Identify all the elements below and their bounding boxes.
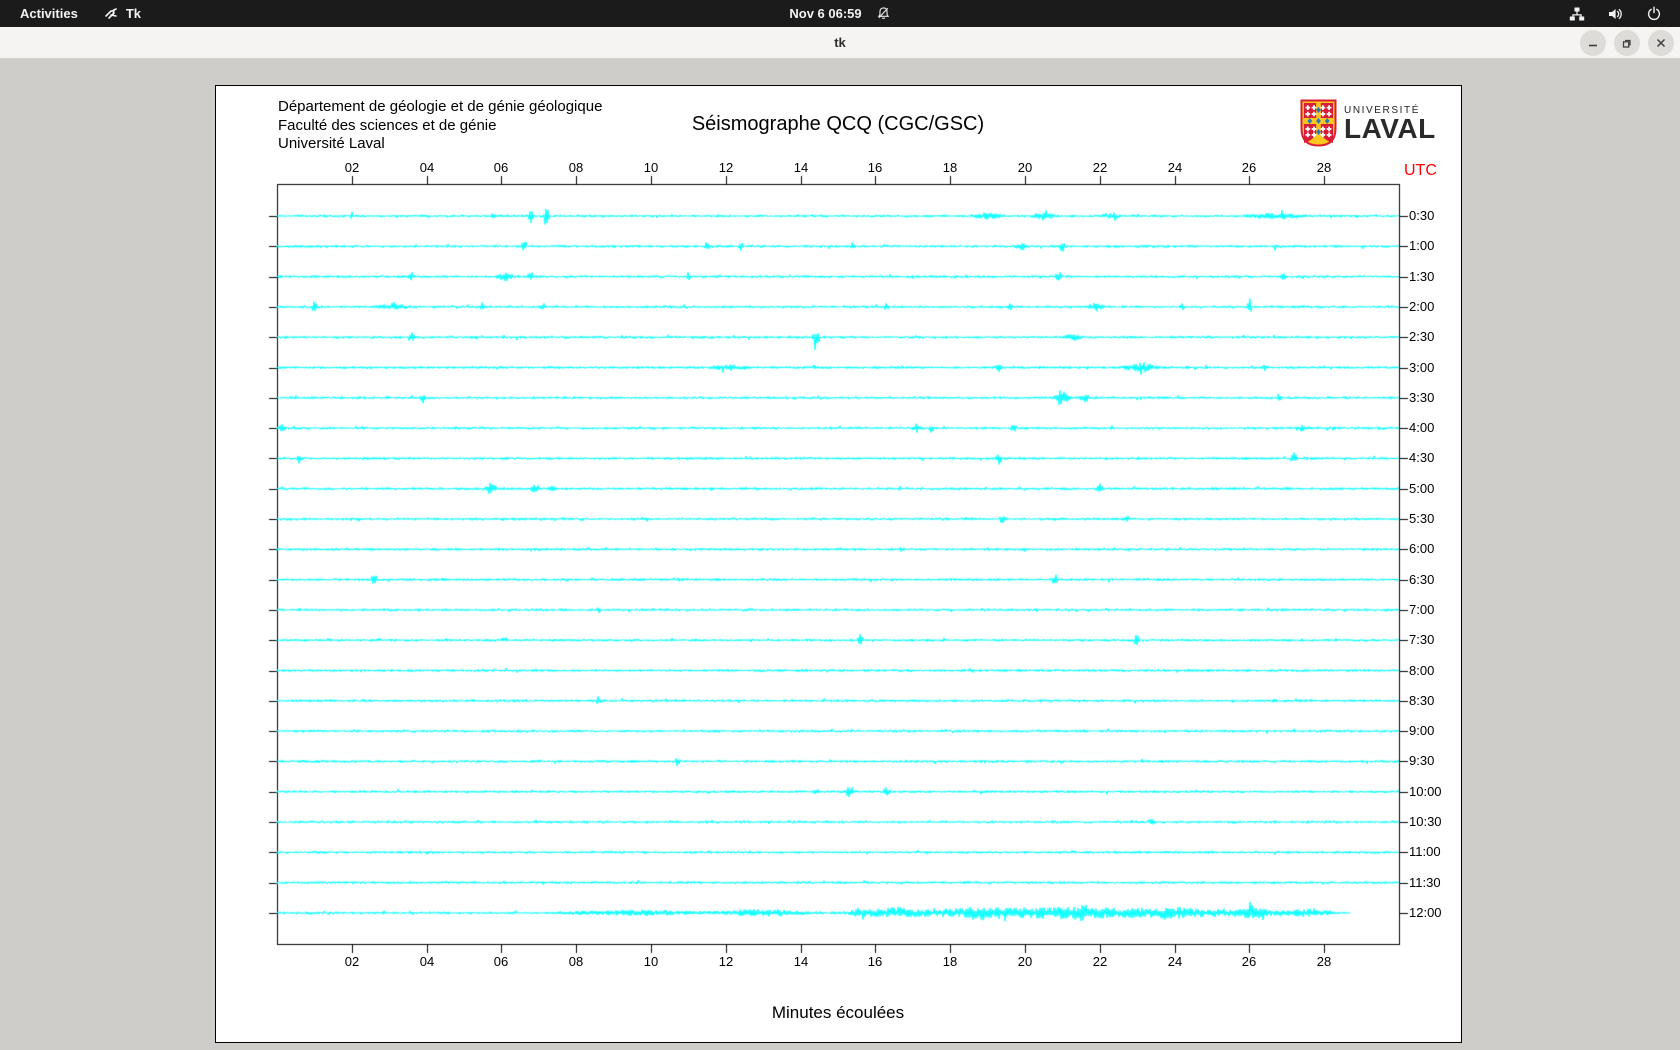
utc-time-label: 2:30 <box>1409 329 1435 344</box>
seismogram-plot <box>216 86 1461 1042</box>
utc-time-label: 12:00 <box>1409 905 1442 920</box>
x-tick-label: 06 <box>493 954 509 969</box>
desktop-screen: Activities Tk Nov 6 06:59 tk Département… <box>0 0 1680 1050</box>
activities-button[interactable]: Activities <box>20 6 78 21</box>
x-tick-label: 26 <box>1241 160 1257 175</box>
utc-time-label: 6:00 <box>1409 541 1435 556</box>
seismograph-paper: Département de géologie et de génie géol… <box>215 85 1462 1043</box>
x-tick-label: 18 <box>942 160 958 175</box>
x-tick-label: 20 <box>1017 954 1033 969</box>
logo-laval-text: LAVAL <box>1344 113 1436 144</box>
x-tick-label: 20 <box>1017 160 1033 175</box>
x-tick-label: 16 <box>867 160 883 175</box>
utc-label: UTC <box>1404 162 1437 179</box>
utc-time-label: 3:00 <box>1409 360 1435 375</box>
x-tick-label: 12 <box>718 954 734 969</box>
gnome-top-bar: Activities Tk Nov 6 06:59 <box>0 0 1680 27</box>
utc-time-label: 9:30 <box>1409 753 1435 768</box>
clock[interactable]: Nov 6 06:59 <box>789 6 861 21</box>
utc-time-label: 1:30 <box>1409 269 1435 284</box>
utc-time-label: 8:00 <box>1409 663 1435 678</box>
tk-app-indicator-label: Tk <box>125 6 141 21</box>
utc-time-label: 4:30 <box>1409 450 1435 465</box>
minimize-button[interactable] <box>1580 29 1606 56</box>
x-tick-label: 28 <box>1316 954 1332 969</box>
laval-shield-icon <box>1300 99 1337 147</box>
utc-time-label: 10:00 <box>1409 784 1442 799</box>
x-tick-label: 10 <box>643 160 659 175</box>
header-line-3: Université Laval <box>278 135 385 152</box>
utc-time-label: 2:00 <box>1409 299 1435 314</box>
x-tick-label: 04 <box>419 954 435 969</box>
x-tick-label: 04 <box>419 160 435 175</box>
x-tick-label: 10 <box>643 954 659 969</box>
power-icon[interactable] <box>1646 6 1662 22</box>
x-tick-label: 24 <box>1167 160 1183 175</box>
utc-time-label: 3:30 <box>1409 390 1435 405</box>
notifications-disabled-bell-icon[interactable] <box>876 6 891 21</box>
utc-time-label: 0:30 <box>1409 208 1435 223</box>
utc-time-label: 4:00 <box>1409 420 1435 435</box>
x-tick-label: 24 <box>1167 954 1183 969</box>
tk-app-indicator[interactable]: Tk <box>104 6 141 21</box>
maximize-icon <box>1622 39 1631 48</box>
x-tick-label: 08 <box>568 954 584 969</box>
close-button[interactable] <box>1648 29 1674 56</box>
utc-time-label: 7:00 <box>1409 602 1435 617</box>
window-title: tk <box>834 35 846 50</box>
x-tick-label: 14 <box>793 954 809 969</box>
x-tick-label: 08 <box>568 160 584 175</box>
x-tick-label: 06 <box>493 160 509 175</box>
maximize-button[interactable] <box>1614 29 1640 56</box>
universite-laval-logo: UNIVERSITÉ LAVAL <box>1300 99 1436 147</box>
x-tick-label: 14 <box>793 160 809 175</box>
x-tick-label: 26 <box>1241 954 1257 969</box>
utc-time-label: 6:30 <box>1409 572 1435 587</box>
x-tick-label: 12 <box>718 160 734 175</box>
utc-time-label: 10:30 <box>1409 814 1442 829</box>
utc-time-label: 5:30 <box>1409 511 1435 526</box>
utc-time-label: 9:00 <box>1409 723 1435 738</box>
utc-time-label: 8:30 <box>1409 693 1435 708</box>
plot-title: Séismographe QCQ (CGC/GSC) <box>691 113 985 135</box>
utc-time-label: 5:00 <box>1409 481 1435 496</box>
utc-time-label: 7:30 <box>1409 632 1435 647</box>
utc-time-label: 1:00 <box>1409 238 1435 253</box>
x-tick-label: 22 <box>1092 954 1108 969</box>
utc-time-label: 11:00 <box>1409 844 1441 859</box>
close-icon <box>1656 38 1666 47</box>
tk-app-icon <box>104 6 119 21</box>
x-tick-label: 22 <box>1092 160 1108 175</box>
x-tick-label: 02 <box>344 160 360 175</box>
x-axis-title: Minutes écoulées <box>771 1003 905 1022</box>
volume-icon[interactable] <box>1607 6 1624 22</box>
minimize-icon <box>1589 44 1597 46</box>
x-tick-label: 16 <box>867 954 883 969</box>
x-tick-label: 02 <box>344 954 360 969</box>
x-tick-label: 18 <box>942 954 958 969</box>
x-tick-label: 28 <box>1316 160 1332 175</box>
window-titlebar[interactable]: tk <box>0 27 1680 59</box>
utc-time-label: 11:30 <box>1409 875 1441 890</box>
wired-network-icon[interactable] <box>1569 6 1585 22</box>
